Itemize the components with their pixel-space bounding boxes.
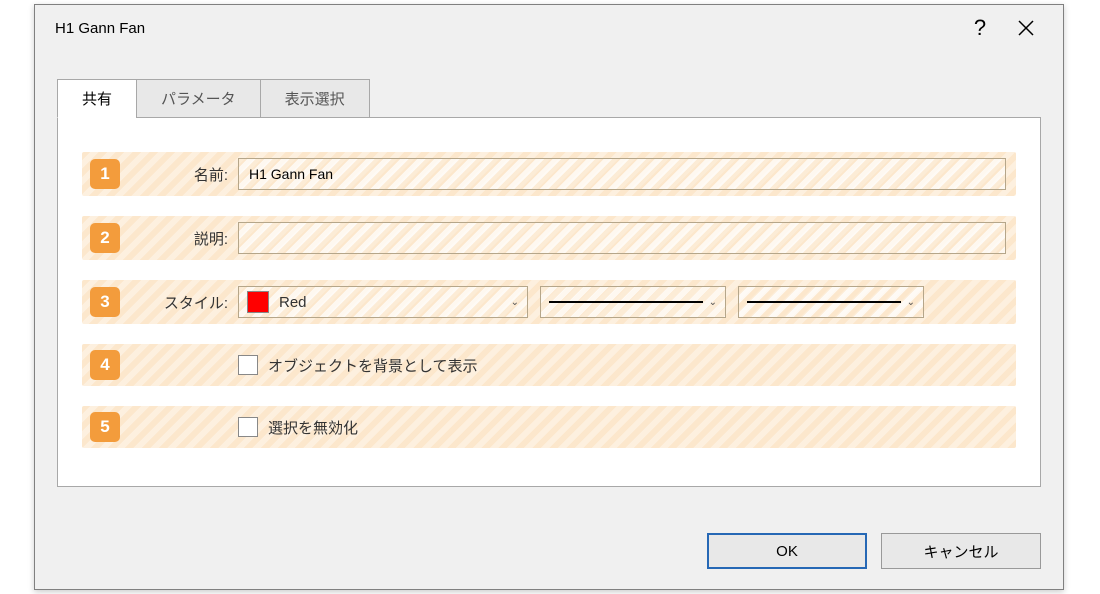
titlebar: H1 Gann Fan ? xyxy=(35,5,1063,51)
line-style-sample xyxy=(549,301,703,303)
row-disable-selection: 5 選択を無効化 xyxy=(82,406,1016,448)
row-num-badge: 1 xyxy=(90,159,120,189)
tab-visualization[interactable]: 表示選択 xyxy=(260,79,370,118)
name-label: 名前: xyxy=(138,164,228,185)
row-background: 4 オブジェクトを背景として表示 xyxy=(82,344,1016,386)
description-input[interactable] xyxy=(238,222,1006,254)
row-style: 3 スタイル: Red ⌄ ⌄ ⌄ xyxy=(82,280,1016,324)
chevron-down-icon: ⌄ xyxy=(907,297,915,308)
row-num-badge: 2 xyxy=(90,223,120,253)
row-num-badge: 3 xyxy=(90,287,120,317)
tab-panel-common: 1 名前: 2 説明: 3 スタイル: Red xyxy=(57,117,1041,487)
row-name: 1 名前: xyxy=(82,152,1016,196)
checkbox-box xyxy=(238,355,258,375)
tab-strip: 共有 パラメータ 表示選択 xyxy=(57,79,1041,118)
tab-parameters[interactable]: パラメータ xyxy=(136,79,261,118)
style-label: スタイル: xyxy=(138,292,228,313)
disable-selection-checkbox[interactable]: 選択を無効化 xyxy=(238,417,358,438)
name-input[interactable] xyxy=(238,158,1006,190)
close-button[interactable] xyxy=(1003,5,1049,51)
line-width-dropdown[interactable]: ⌄ xyxy=(738,286,924,318)
cancel-button[interactable]: キャンセル xyxy=(881,533,1041,569)
color-dropdown[interactable]: Red ⌄ xyxy=(238,286,528,318)
checkbox-label: オブジェクトを背景として表示 xyxy=(268,355,478,376)
tab-area: 共有 パラメータ 表示選択 1 名前: 2 説明: 3 スタイル: xyxy=(57,79,1041,487)
chevron-down-icon: ⌄ xyxy=(709,297,717,308)
close-icon xyxy=(1017,19,1035,37)
chevron-down-icon: ⌄ xyxy=(511,297,519,308)
line-width-sample xyxy=(747,301,901,303)
help-button[interactable]: ? xyxy=(957,5,1003,51)
dialog-title: H1 Gann Fan xyxy=(55,20,957,37)
line-style-dropdown[interactable]: ⌄ xyxy=(540,286,726,318)
description-label: 説明: xyxy=(138,228,228,249)
dialog-window: H1 Gann Fan ? 共有 パラメータ 表示選択 1 名前: 2 xyxy=(34,4,1064,590)
draw-as-background-checkbox[interactable]: オブジェクトを背景として表示 xyxy=(238,355,478,376)
row-num-badge: 4 xyxy=(90,350,120,380)
dialog-buttons: OK キャンセル xyxy=(707,533,1041,569)
row-num-badge: 5 xyxy=(90,412,120,442)
color-name: Red xyxy=(279,294,505,311)
checkbox-box xyxy=(238,417,258,437)
ok-button[interactable]: OK xyxy=(707,533,867,569)
color-swatch xyxy=(247,291,269,313)
checkbox-label: 選択を無効化 xyxy=(268,417,358,438)
row-description: 2 説明: xyxy=(82,216,1016,260)
tab-common[interactable]: 共有 xyxy=(57,79,137,118)
